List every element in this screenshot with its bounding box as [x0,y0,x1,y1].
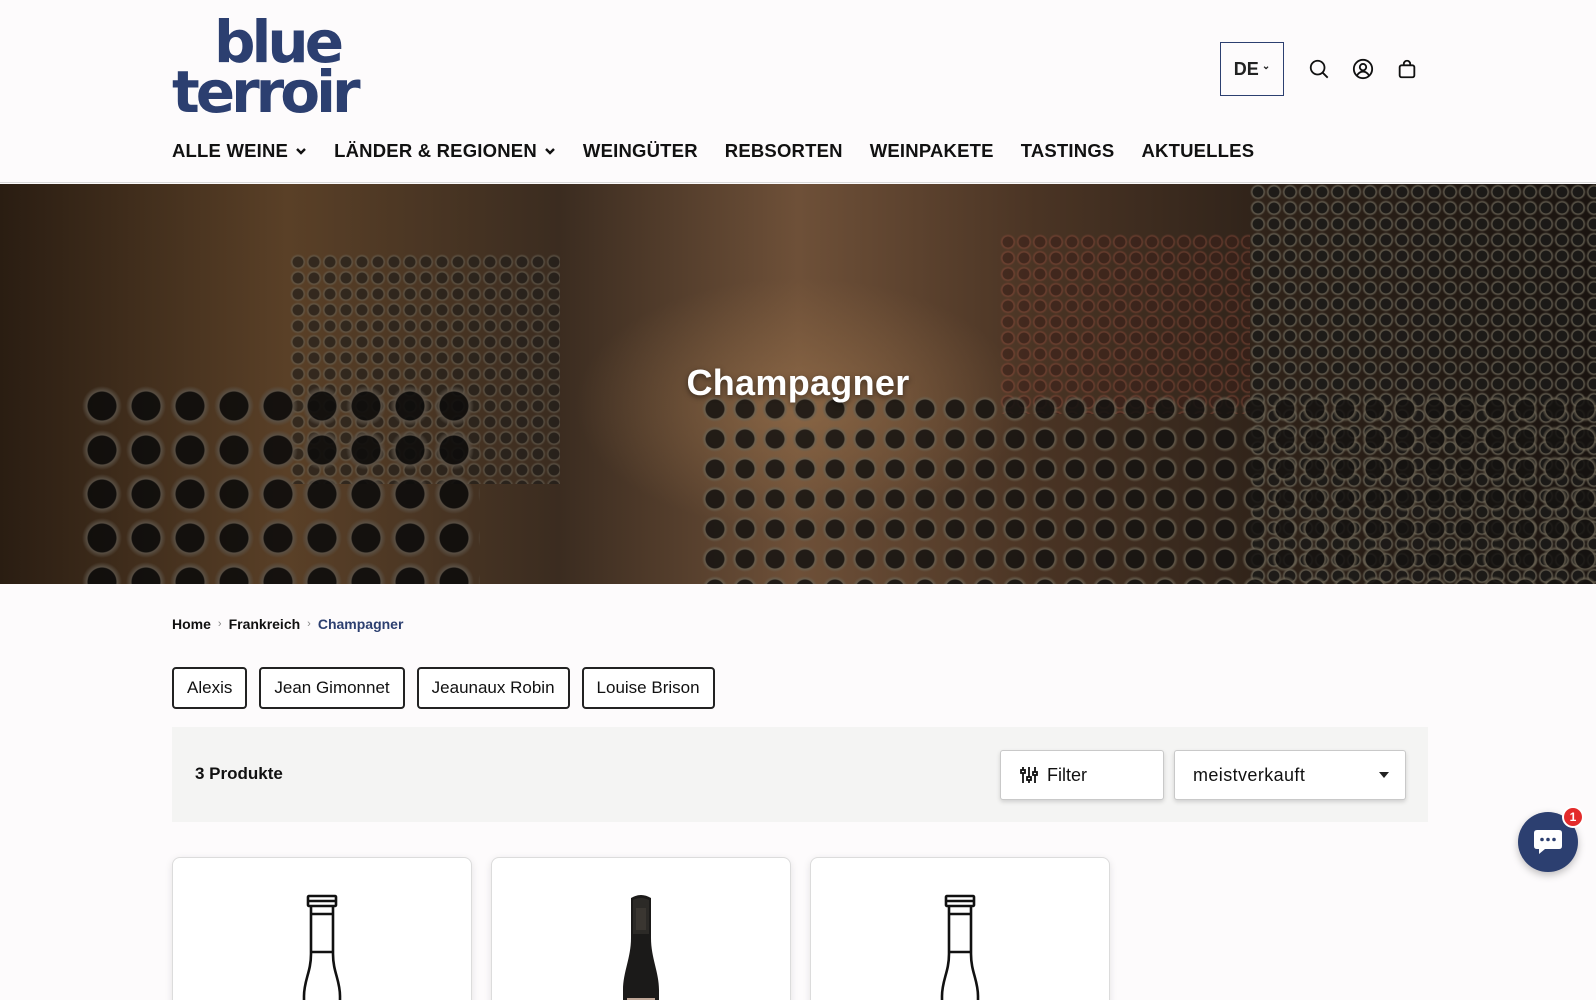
cart-icon[interactable] [1394,56,1420,82]
nav-item-label: ALLE WEINE [172,140,289,161]
pill-louise-brison[interactable]: Louise Brison [581,667,715,709]
product-count: 3 Produkte [195,764,283,783]
hero-cellar-image [700,394,1596,584]
breadcrumb-current: Champagner [317,616,404,632]
nav-item-label: AKTUELLES [1141,140,1255,161]
chat-button[interactable]: 1 [1518,806,1584,872]
breadcrumb-separator: › [307,618,311,630]
breadcrumb: Home › Frankreich › Champagner [172,616,403,632]
nav-item-label: TASTINGS [1020,140,1115,161]
nav-item-alle-weine[interactable]: ALLE WEINE [172,140,307,162]
chevron-down-icon [296,148,306,155]
nav-item-label: WEINPAKETE [869,140,994,161]
pill-jean-gimonnet[interactable]: Jean Gimonnet [259,667,405,709]
hero-banner: Champagner [0,184,1596,584]
hero-cellar-image [80,384,480,584]
chat-bubble-icon [1534,830,1562,854]
nav-item-tastings[interactable]: TASTINGS [1021,140,1115,162]
nav-item-rebsorten[interactable]: REBSORTEN [725,140,843,162]
sort-value: meistverkauft [1193,764,1306,785]
champagne-bottle-image [623,895,659,1000]
filter-label: Filter [1047,764,1087,785]
language-selector[interactable]: DE ⌄ [1220,42,1284,96]
nav-item-label: LÄNDER & REGIONEN [334,140,537,161]
producer-filter-pills: Alexis Jean Gimonnet Jeaunaux Robin Loui… [172,667,715,709]
logo-line-2: terroir [172,57,361,126]
language-label: DE [1233,58,1259,79]
site-logo[interactable]: blue terroir [172,13,424,126]
nav-item-aktuelles[interactable]: AKTUELLES [1141,140,1254,162]
filter-sliders-icon [1020,767,1038,783]
bottle-outline-icon [302,894,342,1000]
pill-jeaunaux-robin[interactable]: Jeaunaux Robin [416,667,570,709]
nav-item-weinpakete[interactable]: WEINPAKETE [870,140,994,162]
account-icon[interactable] [1350,56,1376,82]
breadcrumb-home[interactable]: Home [172,616,211,632]
breadcrumb-frankreich[interactable]: Frankreich [229,616,301,632]
nav-item-label: REBSORTEN [724,140,843,161]
site-header: blue terroir DE ⌄ ALLE WEINE LÄNDER & RE… [0,0,1596,183]
filter-button[interactable]: Filter [1000,750,1164,800]
product-card[interactable] [491,857,791,1000]
breadcrumb-separator: › [217,618,222,630]
collection-toolbar: 3 Produkte Filter meistverkauft [172,727,1428,822]
bottle-outline-icon [940,894,980,1000]
chevron-down-icon [545,148,555,155]
main-navigation: ALLE WEINE LÄNDER & REGIONEN WEINGÜTER R… [172,140,1254,162]
nav-item-laender-regionen[interactable]: LÄNDER & REGIONEN [334,140,556,162]
page-title: Champagner [686,362,910,403]
chevron-down-icon: ⌄ [1261,60,1271,72]
nav-item-weingueter[interactable]: WEINGÜTER [583,140,698,162]
pill-alexis[interactable]: Alexis [172,667,248,709]
chat-notification-badge: 1 [1562,806,1584,828]
product-card[interactable] [810,857,1110,1000]
product-card[interactable] [172,857,472,1000]
search-icon[interactable] [1306,56,1332,82]
nav-item-label: WEINGÜTER [582,140,698,161]
dropdown-arrow-icon [1379,772,1389,778]
sort-select[interactable]: meistverkauft [1174,750,1406,800]
